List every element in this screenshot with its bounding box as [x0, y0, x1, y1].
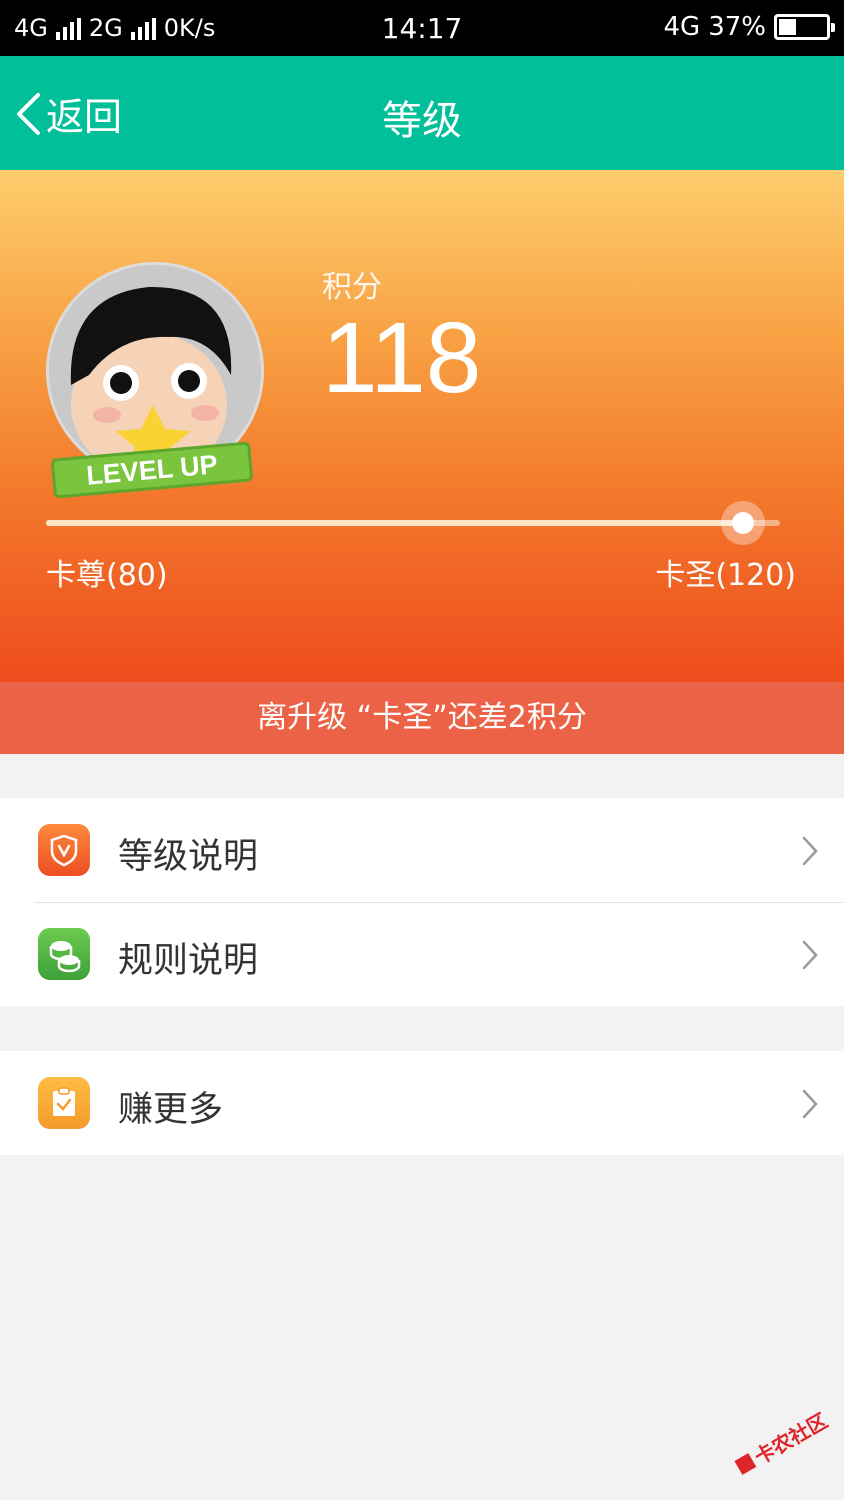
level-hero: LEVEL UP 积分 118 卡尊(80) 卡圣(120)	[0, 170, 844, 682]
page-title: 等级	[382, 98, 462, 144]
current-level-label: 卡尊(80)	[46, 558, 168, 593]
menu-group-earn: 赚更多	[0, 1051, 844, 1155]
level-progress-bar	[46, 501, 780, 545]
shield-icon	[38, 824, 90, 876]
level-progress-knob	[721, 501, 766, 545]
battery-fill	[779, 19, 796, 35]
score-value: 118	[322, 302, 482, 414]
status-bar: 4G 2G 0K/s 14:17 4G 37%	[0, 0, 844, 56]
coins-icon	[38, 928, 90, 980]
svg-text:卡农社区: 卡农社区	[750, 1410, 831, 1469]
watermark-logo: 卡农社区	[734, 1410, 832, 1475]
battery-percent: 37%	[708, 12, 766, 42]
avatar: LEVEL UP	[44, 262, 266, 522]
status-right: 4G 37%	[663, 12, 835, 42]
nav-bar: 返回 等级	[0, 56, 844, 170]
next-level-label: 卡圣(120)	[655, 558, 796, 593]
menu-group-info: 等级说明 规则说明	[0, 798, 844, 1006]
score-label: 积分	[322, 270, 382, 305]
menu-item-label: 规则说明	[118, 941, 259, 981]
menu-item-rule-description[interactable]: 规则说明	[0, 902, 844, 1006]
menu-item-earn-more[interactable]: 赚更多	[0, 1051, 844, 1155]
menu-item-label: 等级说明	[118, 837, 259, 877]
menu-item-level-description[interactable]: 等级说明	[0, 798, 844, 902]
chevron-right-icon	[802, 940, 818, 970]
menu-item-label: 赚更多	[118, 1090, 224, 1130]
level-progress-fill	[46, 520, 744, 526]
upgrade-hint-bar: 离升级 “卡圣”还差2积分	[0, 682, 844, 754]
chevron-right-icon	[802, 1089, 818, 1119]
battery-icon	[774, 14, 835, 40]
chevron-right-icon	[802, 836, 818, 866]
clipboard-check-icon	[38, 1077, 90, 1129]
network-type-label: 4G	[663, 12, 701, 42]
